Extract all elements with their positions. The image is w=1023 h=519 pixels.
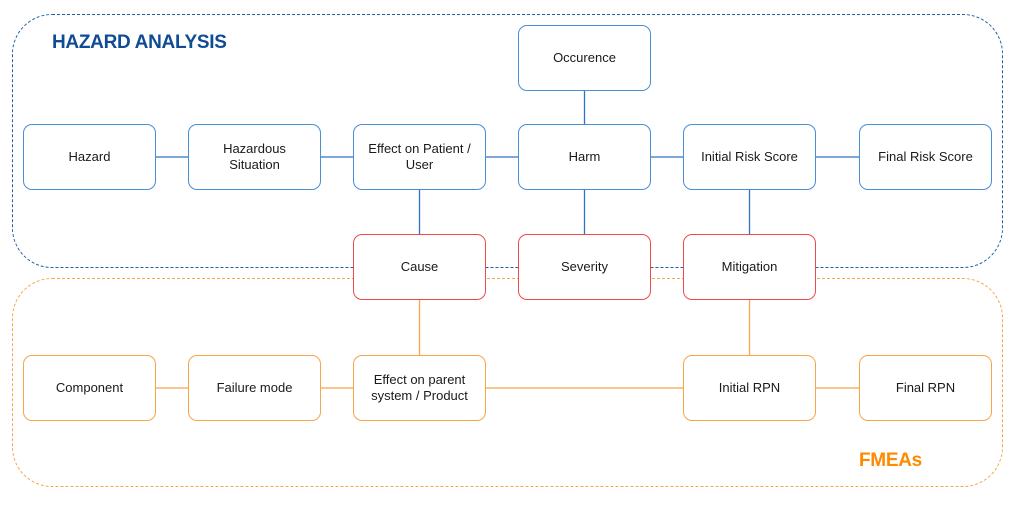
node-mitigation[interactable]: Mitigation (683, 234, 816, 300)
hazard-analysis-title: HAZARD ANALYSIS (52, 32, 227, 53)
connector-layer (156, 91, 859, 389)
node-final-risk-score[interactable]: Final Risk Score (859, 124, 992, 190)
diagram-canvas: HAZARD ANALYSIS FMEAs Occurence Hazard H… (0, 0, 1023, 519)
node-severity[interactable]: Severity (518, 234, 651, 300)
node-harm[interactable]: Harm (518, 124, 651, 190)
node-failure-mode[interactable]: Failure mode (188, 355, 321, 421)
node-final-rpn[interactable]: Final RPN (859, 355, 992, 421)
node-initial-rpn[interactable]: Initial RPN (683, 355, 816, 421)
node-effect-on-parent[interactable]: Effect on parent system / Product (353, 355, 486, 421)
node-hazardous-situation[interactable]: Hazardous Situation (188, 124, 321, 190)
node-initial-risk-score[interactable]: Initial Risk Score (683, 124, 816, 190)
node-occurence[interactable]: Occurence (518, 25, 651, 91)
node-component[interactable]: Component (23, 355, 156, 421)
node-hazard[interactable]: Hazard (23, 124, 156, 190)
node-cause[interactable]: Cause (353, 234, 486, 300)
node-effect-on-patient[interactable]: Effect on Patient / User (353, 124, 486, 190)
fmea-title: FMEAs (859, 450, 922, 471)
